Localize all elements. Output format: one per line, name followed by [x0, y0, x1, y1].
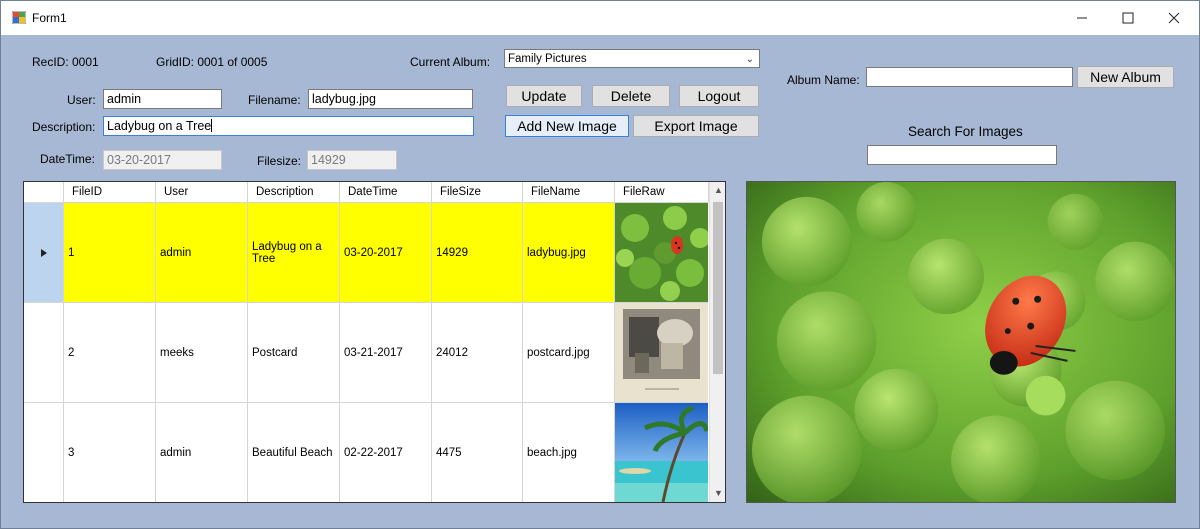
new-album-button[interactable]: New Album: [1077, 66, 1174, 88]
column-header-fileraw[interactable]: FileRaw: [615, 182, 709, 203]
cell-fileid[interactable]: 3: [64, 403, 156, 502]
cell-datetime[interactable]: 02-22-2017: [340, 403, 432, 502]
description-label: Description:: [32, 120, 96, 134]
window-title: Form1: [32, 11, 67, 25]
title-bar[interactable]: Form1: [1, 1, 1199, 35]
search-input[interactable]: [867, 145, 1057, 165]
beach-thumbnail[interactable]: [615, 403, 708, 503]
main-window: Form1 RecID: 0001 GridID: 0001 of 0005 C…: [0, 0, 1200, 529]
cell-description[interactable]: Beautiful Beach: [248, 403, 340, 502]
column-header-description[interactable]: Description: [248, 182, 340, 203]
user-input[interactable]: admin: [103, 89, 222, 109]
filename-input[interactable]: ladybug.jpg: [308, 89, 473, 109]
cell-filesize[interactable]: 14929: [432, 203, 523, 303]
table-row[interactable]: 1 admin Ladybug on a Tree 03-20-2017 149…: [24, 203, 709, 303]
row-header[interactable]: [24, 303, 64, 403]
grid-corner-header: [24, 182, 64, 203]
filesize-label: Filesize:: [257, 154, 302, 168]
minimize-icon[interactable]: [1059, 1, 1105, 35]
logout-button[interactable]: Logout: [679, 85, 759, 107]
update-button[interactable]: Update: [506, 85, 582, 107]
user-label: User:: [67, 93, 96, 107]
cell-filename[interactable]: postcard.jpg: [523, 303, 615, 403]
cell-fileid[interactable]: 1: [64, 203, 156, 303]
close-icon[interactable]: [1151, 1, 1197, 35]
maximize-icon[interactable]: [1105, 1, 1151, 35]
cell-filename[interactable]: beach.jpg: [523, 403, 615, 502]
description-input[interactable]: Ladybug on a Tree: [103, 116, 474, 136]
export-image-button[interactable]: Export Image: [633, 115, 759, 137]
chevron-down-icon: ⌄: [745, 54, 754, 65]
datetime-label: DateTime:: [40, 152, 95, 166]
table-row[interactable]: 3 admin Beautiful Beach 02-22-2017 4475 …: [24, 403, 709, 503]
cell-datetime[interactable]: 03-21-2017: [340, 303, 432, 403]
cell-fileid[interactable]: 2: [64, 303, 156, 403]
filename-label: Filename:: [248, 93, 301, 107]
cell-user[interactable]: admin: [156, 403, 248, 502]
scrollbar-thumb[interactable]: [713, 202, 723, 374]
cell-filesize[interactable]: 4475: [432, 403, 523, 502]
filesize-field: 14929: [307, 150, 397, 170]
recid-label: RecID: 0001: [32, 55, 99, 69]
add-new-image-button[interactable]: Add New Image: [505, 115, 629, 137]
scroll-down-icon[interactable]: ▼: [710, 485, 725, 502]
column-header-filename[interactable]: FileName: [523, 182, 615, 203]
postcard-thumbnail[interactable]: [615, 303, 708, 403]
search-label: Search For Images: [908, 124, 1023, 139]
row-header[interactable]: [24, 403, 64, 502]
datetime-field: 03-20-2017: [103, 150, 222, 170]
current-album-value: Family Pictures: [508, 53, 587, 65]
current-album-label: Current Album:: [410, 55, 491, 69]
image-preview: [746, 181, 1176, 503]
album-name-input[interactable]: [866, 67, 1073, 87]
ladybug-thumbnail[interactable]: [615, 203, 708, 303]
cell-user[interactable]: admin: [156, 203, 248, 303]
cell-datetime[interactable]: 03-20-2017: [340, 203, 432, 303]
images-grid[interactable]: FileID User Description DateTime FileSiz…: [23, 181, 726, 503]
delete-button[interactable]: Delete: [592, 85, 670, 107]
row-header[interactable]: [24, 203, 64, 303]
column-header-fileid[interactable]: FileID: [64, 182, 156, 203]
description-value: Ladybug on a Tree: [107, 119, 212, 133]
cell-user[interactable]: meeks: [156, 303, 248, 403]
cell-filename[interactable]: ladybug.jpg: [523, 203, 615, 303]
column-header-filesize[interactable]: FileSize: [432, 182, 523, 203]
form-icon: [12, 11, 26, 24]
cell-description[interactable]: Postcard: [248, 303, 340, 403]
text-caret: [211, 119, 213, 132]
gridid-label: GridID: 0001 of 0005: [156, 55, 268, 69]
table-row[interactable]: 2 meeks Postcard 03-21-2017 24012 postca…: [24, 303, 709, 403]
current-album-select[interactable]: Family Pictures ⌄: [504, 49, 760, 68]
scroll-up-icon[interactable]: ▲: [710, 182, 725, 199]
grid-vertical-scrollbar[interactable]: ▲ ▼: [709, 182, 725, 502]
column-header-datetime[interactable]: DateTime: [340, 182, 432, 203]
album-name-label: Album Name:: [787, 73, 860, 87]
current-row-arrow-icon: [40, 248, 47, 257]
column-header-user[interactable]: User: [156, 182, 248, 203]
cell-description[interactable]: Ladybug on a Tree: [248, 203, 340, 303]
cell-filesize[interactable]: 24012: [432, 303, 523, 403]
